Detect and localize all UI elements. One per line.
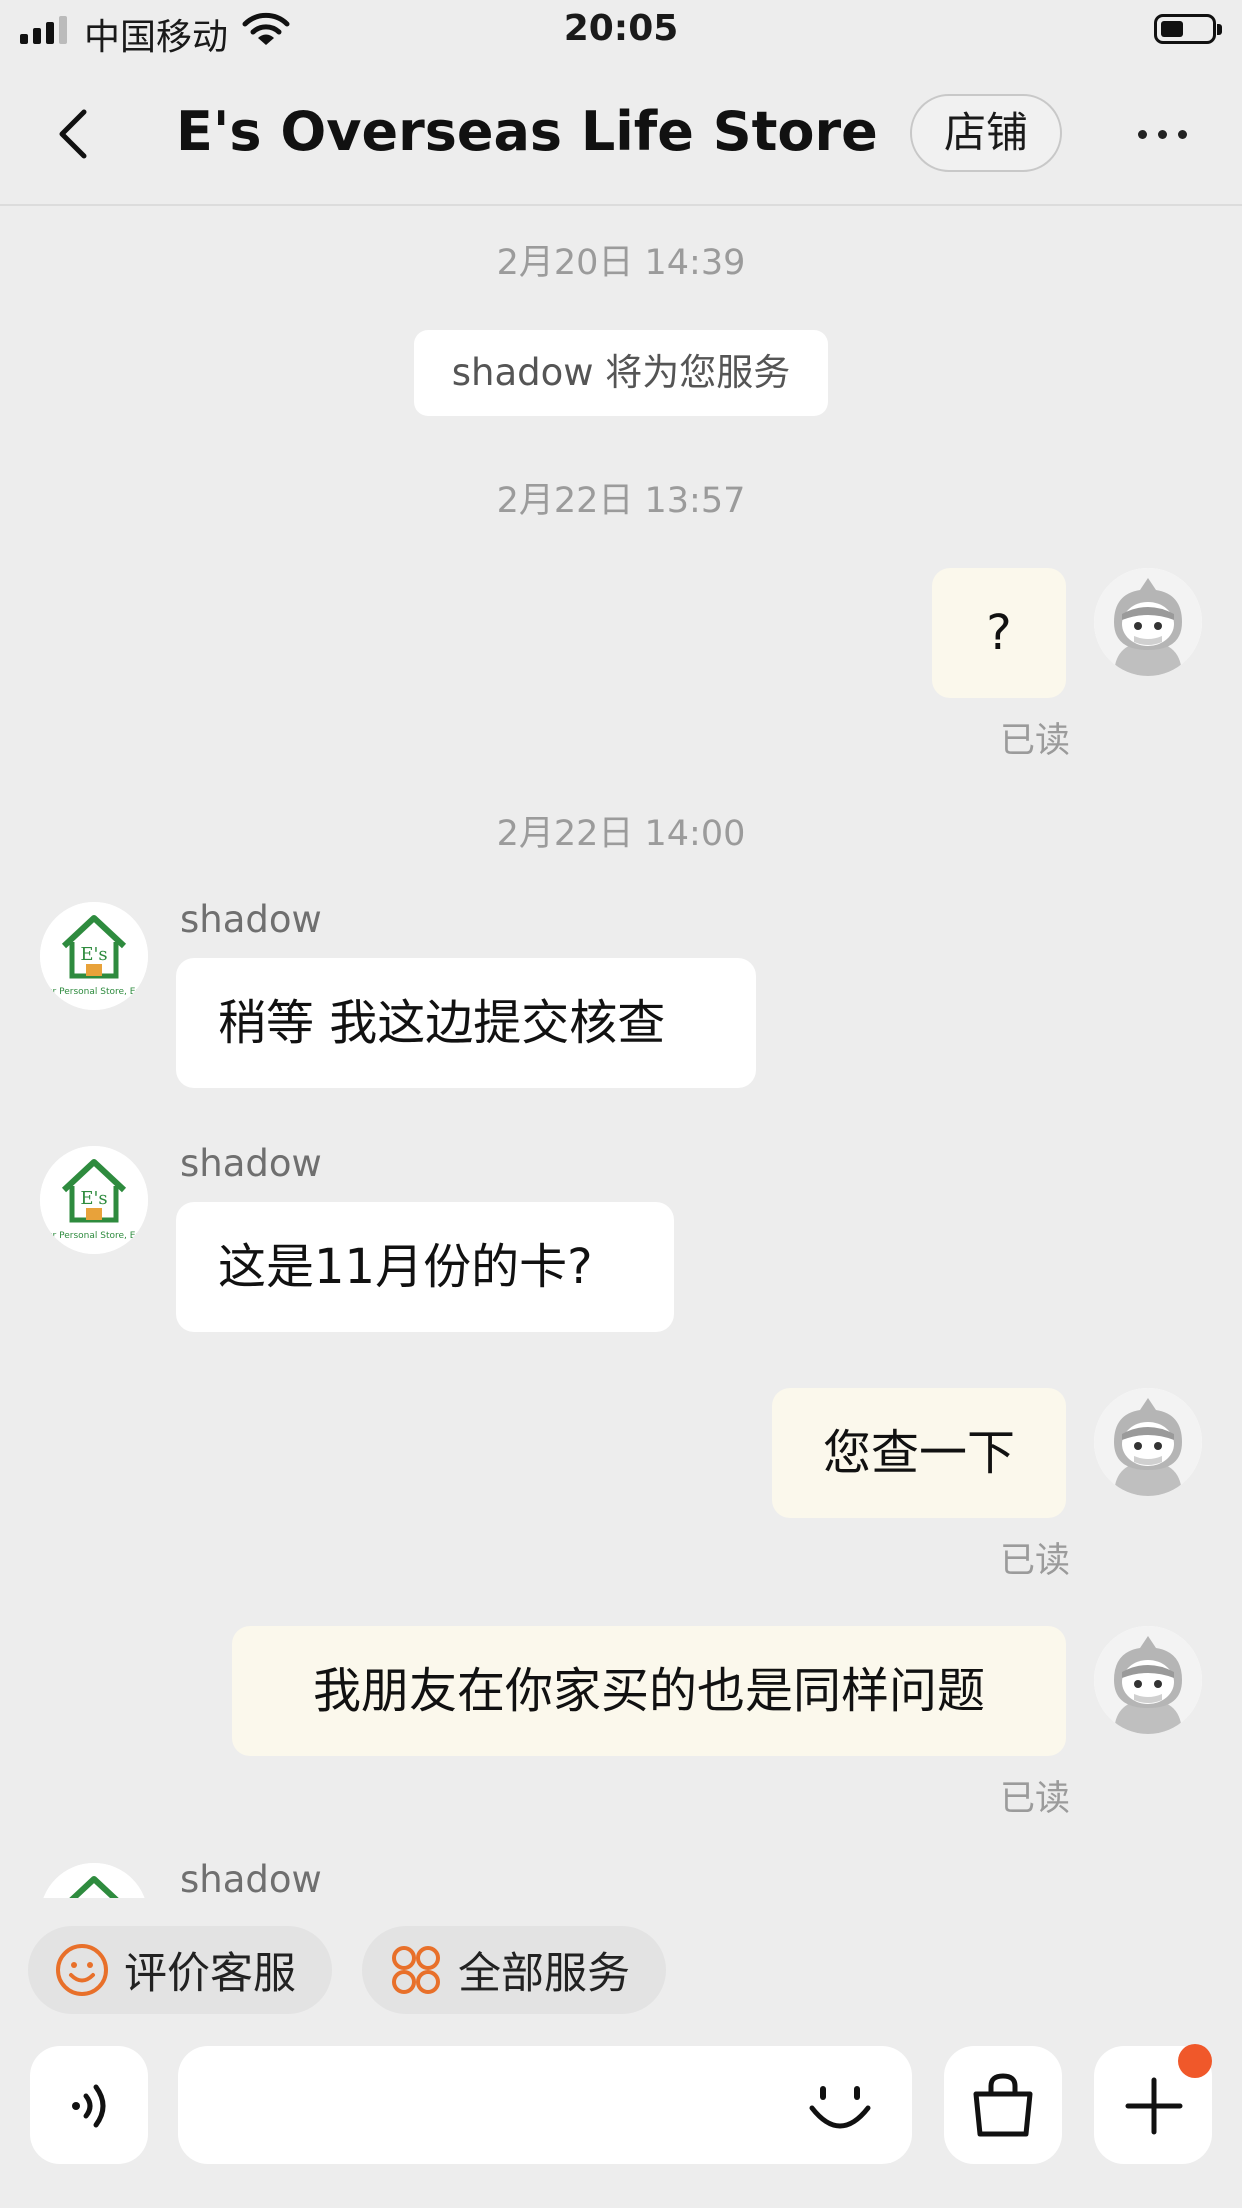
store-avatar[interactable]: E's Your Personal Store, Easy (40, 1863, 148, 1898)
user-avatar[interactable] (1094, 568, 1202, 676)
store-avatar[interactable]: E's Your Personal Store, Easy (40, 1146, 148, 1254)
svg-text:E's: E's (80, 944, 107, 965)
partial-message-row: E's Your Personal Store, Easy shadow (0, 1860, 1242, 1898)
sender-name: shadow (180, 1142, 322, 1185)
status-bar: 中国移动 20:05 (0, 0, 1242, 60)
smiley-icon (56, 1944, 108, 1996)
read-receipt: 已读 (1000, 1541, 1071, 1581)
incoming-message[interactable]: 这是11月份的卡? (176, 1202, 674, 1332)
user-avatar-image (1094, 1388, 1202, 1496)
page-title: E's Overseas Life Store (176, 100, 878, 163)
timestamp: 2月22日 13:57 (496, 481, 746, 521)
shop-button[interactable]: 店铺 (910, 94, 1062, 172)
outgoing-message[interactable]: 我朋友在你家买的也是同样问题 (232, 1626, 1066, 1756)
store-avatar[interactable]: E's Your Personal Store, Easy (40, 902, 148, 1010)
read-receipt: 已读 (1000, 721, 1071, 761)
timestamp: 2月20日 14:39 (496, 243, 746, 283)
user-avatar[interactable] (1094, 1626, 1202, 1734)
svg-text:E's: E's (80, 1188, 107, 1209)
svg-text:Your Personal Store, Easy: Your Personal Store, Easy (40, 987, 148, 997)
emoji-icon[interactable] (804, 2078, 876, 2138)
store-logo: E's Your Personal Store, Easy (40, 1863, 148, 1898)
outgoing-message[interactable]: ? (932, 568, 1066, 698)
voice-icon (72, 2084, 106, 2128)
incoming-message[interactable]: 稍等 我这边提交核查 (176, 958, 756, 1088)
user-avatar-image (1094, 568, 1202, 676)
user-avatar[interactable] (1094, 1388, 1202, 1496)
message-input[interactable] (178, 2046, 912, 2164)
all-services-button[interactable]: 全部服务 (362, 1926, 666, 2014)
services-grid-icon (392, 1946, 440, 1994)
plus-icon (1125, 2077, 1183, 2135)
read-receipt: 已读 (1000, 1779, 1071, 1819)
store-logo: E's Your Personal Store, Easy (40, 1146, 148, 1254)
user-avatar-image (1094, 1626, 1202, 1734)
clock: 20:05 (563, 8, 679, 49)
nav-bar: E's Overseas Life Store 店铺 (0, 60, 1242, 206)
back-arrow-icon[interactable] (46, 104, 106, 164)
system-message: shadow 将为您服务 (414, 330, 828, 416)
outgoing-message[interactable]: 您查一下 (772, 1388, 1066, 1518)
store-logo: E's Your Personal Store, Easy (40, 902, 148, 1010)
sender-name: shadow (180, 1860, 322, 1898)
input-bar (0, 2030, 1242, 2208)
more-icon[interactable] (1138, 130, 1187, 139)
rate-service-label: 评价客服 (124, 1949, 296, 1999)
battery-icon (1154, 14, 1222, 44)
shopping-bag-button[interactable] (944, 2046, 1062, 2164)
all-services-label: 全部服务 (458, 1949, 630, 1999)
svg-text:Your Personal Store, Easy: Your Personal Store, Easy (40, 1231, 148, 1241)
timestamp: 2月22日 14:00 (496, 814, 746, 854)
shopping-bag-icon (973, 2073, 1033, 2137)
notification-dot (1178, 2044, 1212, 2078)
sender-name: shadow (180, 898, 322, 941)
voice-button[interactable] (30, 2046, 148, 2164)
rate-service-button[interactable]: 评价客服 (28, 1926, 332, 2014)
